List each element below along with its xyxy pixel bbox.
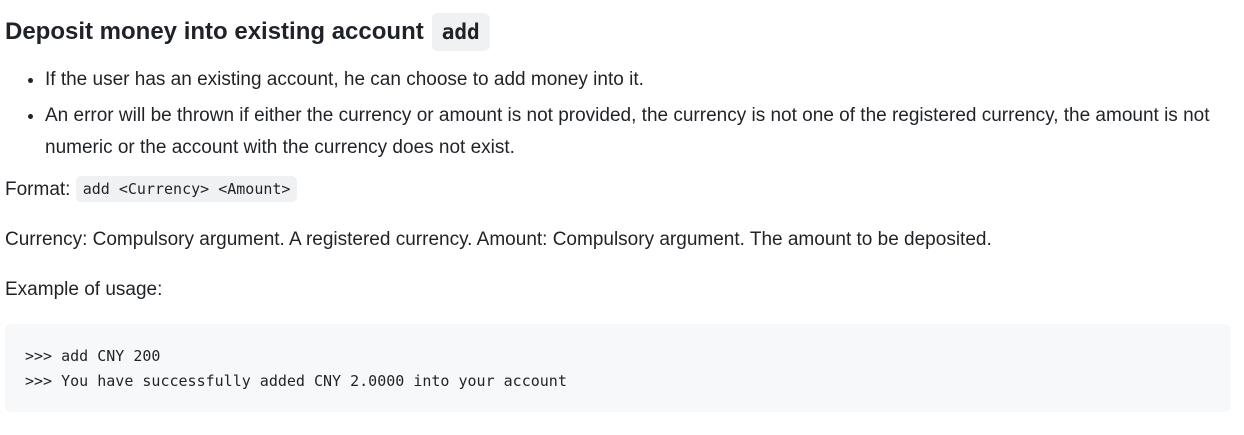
format-label: Format: xyxy=(5,179,71,200)
example-label: Example of usage: xyxy=(5,279,163,300)
list-item: If the user has an existing account, he … xyxy=(45,64,1235,96)
format-code: add <Currency> <Amount> xyxy=(75,176,298,202)
command-name-code: add xyxy=(431,13,490,51)
notes-list: If the user has an existing account, he … xyxy=(5,64,1235,164)
section-title-text: Deposit money into existing account xyxy=(5,18,424,45)
section-heading: Deposit money into existing account add xyxy=(5,12,1231,52)
list-item: An error will be thrown if either the cu… xyxy=(45,100,1235,164)
code-line: >>> You have successfully added CNY 2.00… xyxy=(25,372,567,390)
format-line: Format: add <Currency> <Amount> xyxy=(5,174,1231,206)
argument-description: Currency: Compulsory argument. A registe… xyxy=(5,229,992,250)
example-code-block: >>> add CNY 200 >>> You have successfully… xyxy=(5,324,1231,412)
code-line: >>> add CNY 200 xyxy=(25,347,161,365)
document-body: Deposit money into existing account add … xyxy=(5,0,1231,412)
